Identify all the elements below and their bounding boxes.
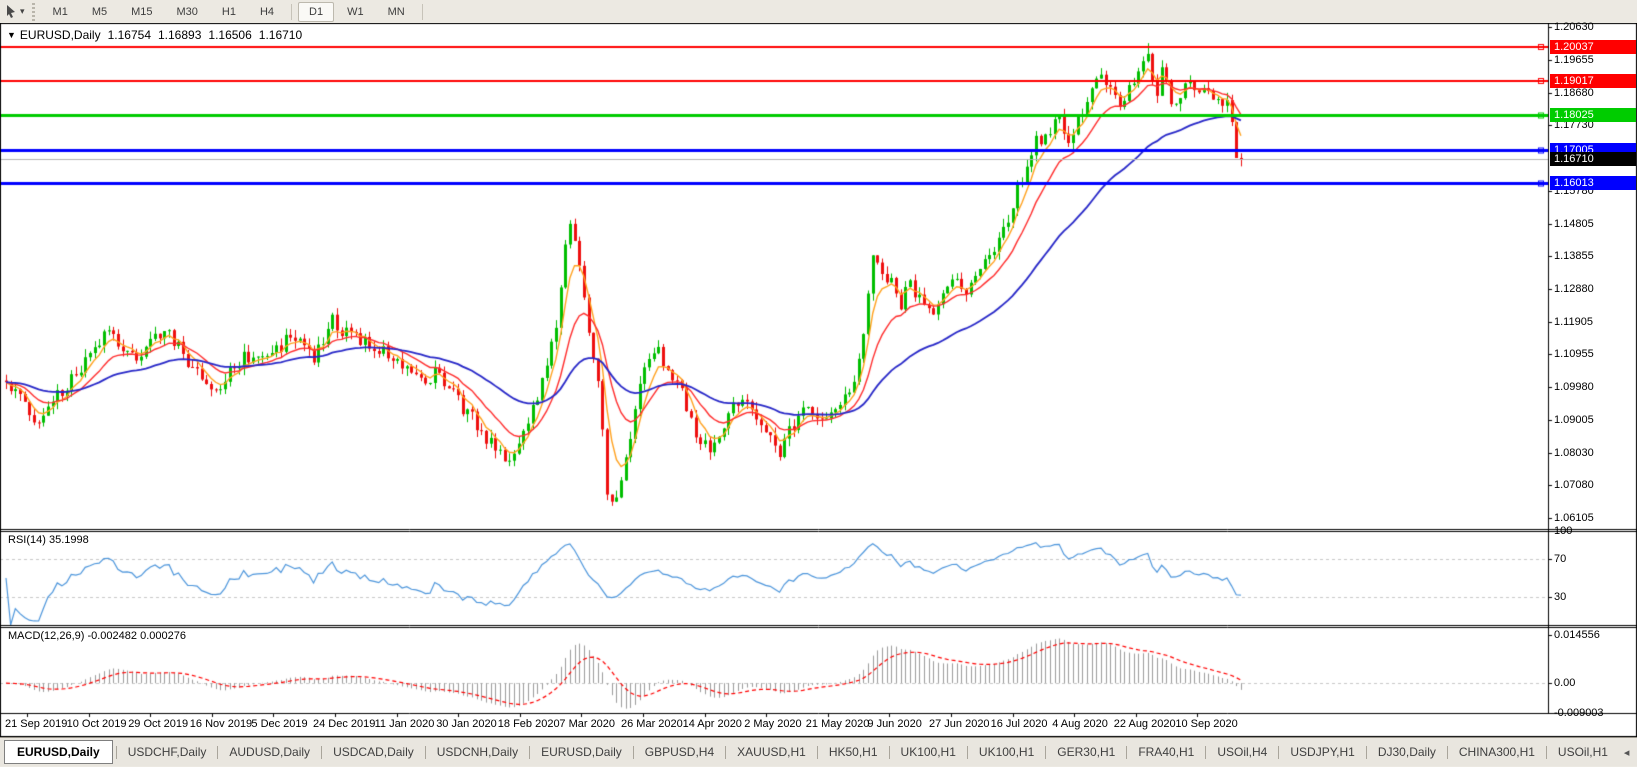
x-axis-date-label: 2 May 2020 <box>744 718 802 730</box>
chart-tab-eurusd-daily[interactable]: EURUSD,Daily <box>4 740 113 764</box>
y-axis-tick-label: 1.07080 <box>1554 479 1594 492</box>
tab-scroll-left-icon[interactable]: ◂ <box>1619 744 1635 761</box>
x-axis-date-label: 27 Jun 2020 <box>929 718 990 730</box>
timeframe-button-group: M1 M5 M15 M30 H1 H4 D1 W1 MN <box>41 0 428 23</box>
timeframe-button-d1[interactable]: D1 <box>298 1 335 22</box>
y-axis-tick-label: 1.08030 <box>1554 446 1594 459</box>
timeframe-button-mn[interactable]: MN <box>377 2 416 22</box>
timeframe-button-h1[interactable]: H1 <box>211 2 247 22</box>
top-toolbar: ▾ M1 M5 M15 M30 H1 H4 D1 W1 MN <box>0 0 1637 23</box>
toolbar-separator <box>421 3 423 20</box>
chart-tab-china300-h1[interactable]: CHINA300,H1 <box>1448 740 1546 764</box>
x-axis-date-label: 16 Nov 2019 <box>189 718 253 730</box>
y-axis-tick-label: 1.11905 <box>1554 315 1593 328</box>
chart-tab-usdjpy-h1[interactable]: USDJPY,H1 <box>1279 740 1365 764</box>
chart-tab-fra40-h1[interactable]: FRA40,H1 <box>1127 740 1205 764</box>
timeframe-button-m1[interactable]: M1 <box>42 2 79 22</box>
chart-window: ▼ EURUSD,Daily 1.16754 1.16893 1.16506 1.1671… <box>0 20 1637 737</box>
x-axis-date-label: 21 May 2020 <box>805 718 870 730</box>
chart-tab-uk100-h1[interactable]: UK100,H1 <box>968 740 1045 764</box>
x-axis-date-label: 7 Mar 2020 <box>559 718 616 730</box>
chart-tab-ger30-h1[interactable]: GER30,H1 <box>1046 740 1126 764</box>
chart-tab-eurusd-daily[interactable]: EURUSD,Daily <box>530 740 633 764</box>
macd-axis-tick-label: 0.014556 <box>1554 629 1600 641</box>
chart-tab-dj30-daily[interactable]: DJ30,Daily <box>1367 740 1447 764</box>
rsi-indicator-label: RSI(14) 35.1998 <box>8 534 89 546</box>
price-level-badge: 1.16013 <box>1550 176 1636 191</box>
y-axis-tick-label: 1.10955 <box>1554 348 1594 361</box>
y-axis-tick-label: 1.19655 <box>1554 53 1594 66</box>
y-axis-tick-label: 1.06105 <box>1554 511 1594 524</box>
chart-tabs: EURUSD,Daily USDCHF,Daily AUDUSD,Daily USDC… <box>4 740 1619 764</box>
chart-title: ▼ EURUSD,Daily 1.16754 1.16893 1.16506 1.1671… <box>7 29 302 43</box>
x-axis-date-label: 18 Feb 2020 <box>497 718 560 730</box>
dropdown-caret-icon[interactable]: ▾ <box>20 6 25 17</box>
chart-symbol-label: EURUSD,Daily <box>19 28 101 42</box>
y-axis-tick-label: 1.14805 <box>1554 217 1594 230</box>
price-chart-canvas[interactable] <box>0 23 1637 737</box>
current-price-badge: 1.16710 <box>1550 152 1636 167</box>
x-axis-date-label: 9 Jun 2020 <box>867 718 922 730</box>
x-axis-date-label: 30 Jan 2020 <box>436 718 497 730</box>
x-axis-date-label: 22 Aug 2020 <box>1113 718 1176 730</box>
chart-tab-usdchf-daily[interactable]: USDCHF,Daily <box>117 740 218 764</box>
x-axis-date-label: 21 Sep 2019 <box>5 718 68 730</box>
x-axis-date-label: 26 Mar 2020 <box>621 718 683 730</box>
chart-tab-bar: EURUSD,Daily USDCHF,Daily AUDUSD,Daily USDC… <box>0 737 1637 766</box>
ohlc-open: 1.16754 <box>107 28 151 42</box>
timeframe-button-m15[interactable]: M15 <box>120 2 163 22</box>
macd-axis-tick-label: 0.00 <box>1554 677 1576 690</box>
x-axis-date-label: 4 Aug 2020 <box>1052 718 1108 730</box>
x-axis-date-label: 24 Dec 2019 <box>313 718 376 730</box>
rsi-axis-tick-label: 70 <box>1554 553 1567 566</box>
chart-cursor-icon[interactable] <box>4 4 18 19</box>
ohlc-high: 1.16893 <box>158 28 202 42</box>
rsi-axis-tick-label: 100 <box>1554 525 1573 537</box>
timeframe-button-w1[interactable]: W1 <box>336 2 375 22</box>
price-level-badge: 1.19017 <box>1550 74 1636 89</box>
rsi-axis-tick-label: 30 <box>1554 590 1567 603</box>
chart-tab-gbpusd-h4[interactable]: GBPUSD,H4 <box>634 740 725 764</box>
x-axis-date-label: 14 Apr 2020 <box>682 718 742 730</box>
price-level-badge: 1.20037 <box>1550 40 1636 54</box>
y-axis-tick-label: 1.09980 <box>1554 380 1594 393</box>
x-axis-date-label: 16 Jul 2020 <box>990 718 1048 730</box>
price-level-badge: 1.18025 <box>1550 108 1636 123</box>
y-axis-tick-label: 1.20630 <box>1554 20 1594 33</box>
chart-tab-uk100-h1[interactable]: UK100,H1 <box>890 740 967 764</box>
chart-tab-audusd-daily[interactable]: AUDUSD,Daily <box>218 740 321 764</box>
chart-tab-xauusd-h1[interactable]: XAUUSD,H1 <box>726 740 817 764</box>
x-axis-date-label: 10 Oct 2019 <box>66 718 127 730</box>
ohlc-close: 1.16710 <box>258 28 303 42</box>
y-axis-tick-label: 1.13855 <box>1554 249 1594 262</box>
ohlc-low: 1.16506 <box>208 28 252 42</box>
toolbar-grip[interactable] <box>31 2 35 21</box>
chart-tab-usdcnh-daily[interactable]: USDCNH,Daily <box>426 740 529 764</box>
x-axis-date-label: 29 Oct 2019 <box>128 718 189 730</box>
y-axis-tick-label: 1.09005 <box>1554 413 1594 426</box>
macd-axis-tick-label: -0.009003 <box>1554 707 1604 719</box>
chart-tab-usoil-h4[interactable]: USOil,H4 <box>1206 740 1278 764</box>
y-axis-tick-label: 1.18680 <box>1554 86 1594 99</box>
macd-indicator-label: MACD(12,26,9) -0.002482 0.000276 <box>8 630 186 642</box>
x-axis-date-label: 10 Sep 2020 <box>1175 718 1238 730</box>
chart-tab-usoil-h1[interactable]: USOil,H1 <box>1547 740 1619 764</box>
timeframe-button-h4[interactable]: H4 <box>249 2 285 22</box>
chart-title-dropdown-icon[interactable]: ▼ <box>7 30 16 40</box>
chart-tab-hk50-h1[interactable]: HK50,H1 <box>818 740 889 764</box>
toolbar-separator <box>291 3 293 20</box>
x-axis-date-label: 11 Jan 2020 <box>374 718 435 730</box>
tab-scroll-arrows: ◂ ▸ <box>1619 744 1637 761</box>
timeframe-button-m30[interactable]: M30 <box>166 2 209 22</box>
x-axis-date-label: 5 Dec 2019 <box>251 718 308 730</box>
timeframe-button-m5[interactable]: M5 <box>81 2 118 22</box>
y-axis-tick-label: 1.12880 <box>1554 282 1594 295</box>
chart-tab-usdcad-daily[interactable]: USDCAD,Daily <box>322 740 425 764</box>
